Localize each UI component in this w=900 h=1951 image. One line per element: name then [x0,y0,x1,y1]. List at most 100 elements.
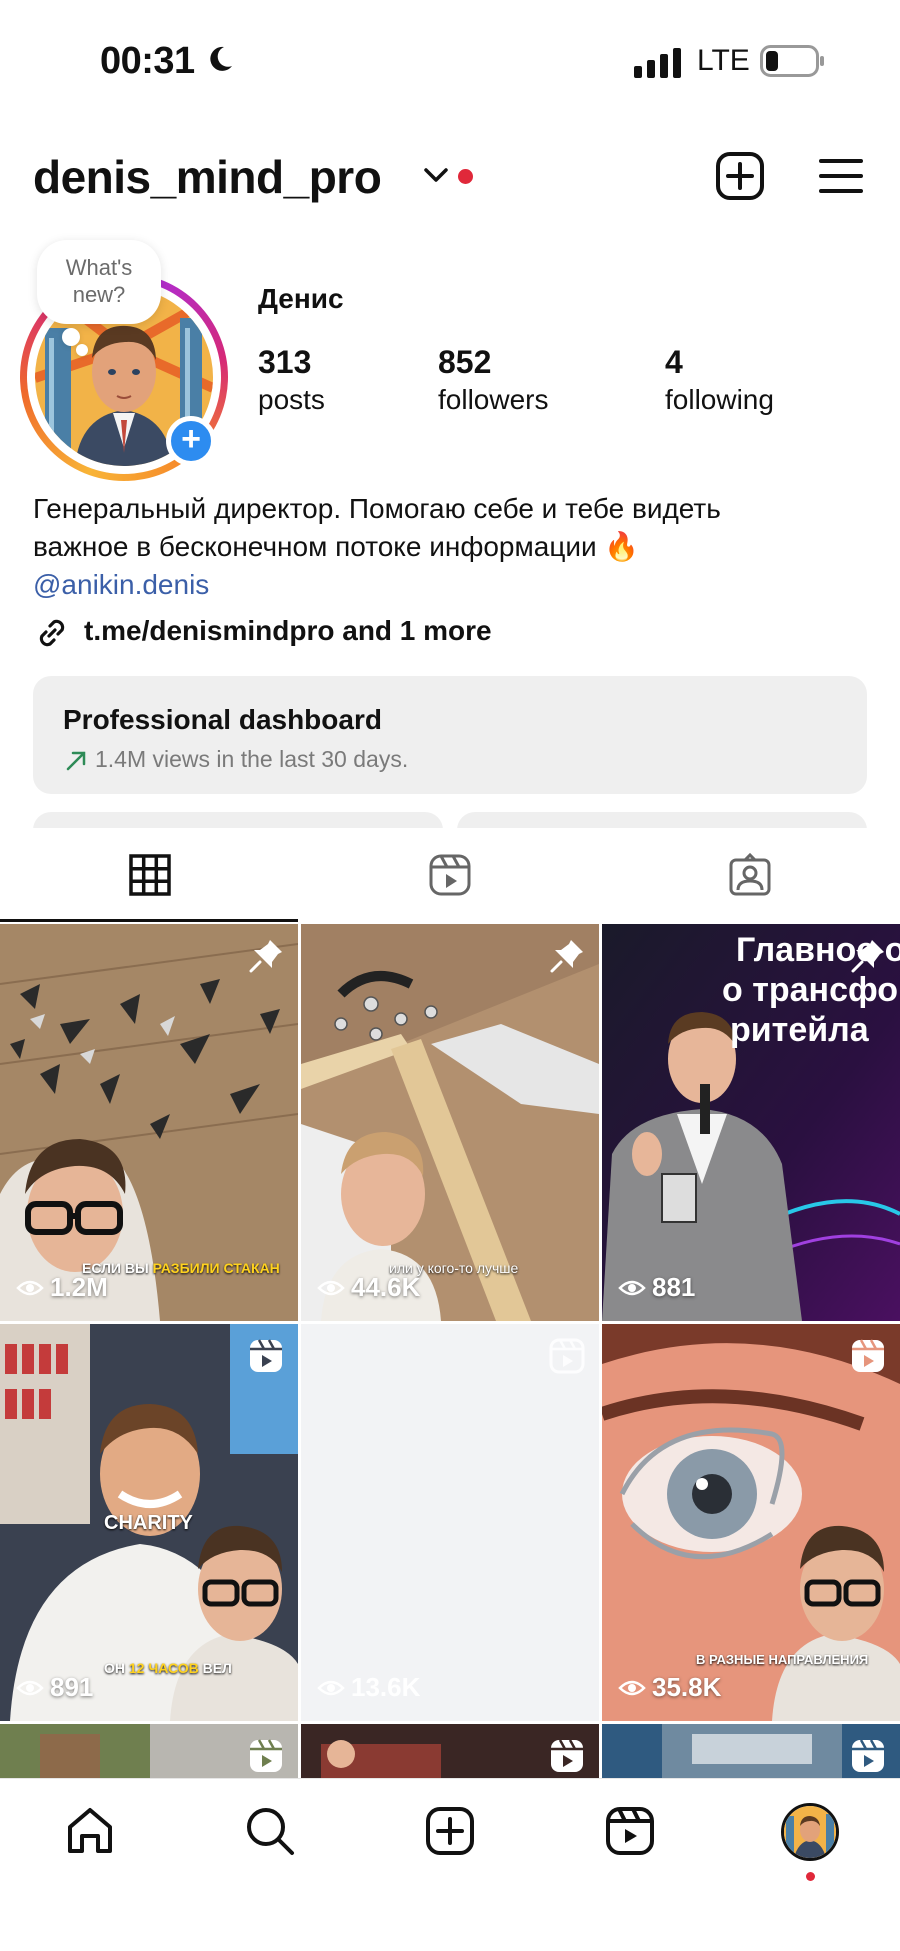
view-count: 13.6K [317,1672,420,1703]
search-icon [247,1808,294,1855]
dashboard-subtitle: 1.4M views in the last 30 days. [95,746,409,772]
status-bar: 00:31 LTE [0,0,900,120]
create-post-icon [426,1807,474,1855]
eye-icon [16,1280,44,1295]
stat-followers[interactable]: 852 followers [438,342,548,418]
chevron-down-icon[interactable] [423,165,449,185]
stat-label: following [665,384,774,415]
status-time: 00:31 [100,40,195,82]
professional-dashboard-card[interactable]: Professional dashboard 1.4M views in the… [33,676,867,794]
bio-line: Генеральный директор. Помогаю себе и теб… [33,493,721,524]
eye-icon [317,1680,345,1695]
grid-post[interactable] [301,1724,599,1778]
profile-bio: Генеральный директор. Помогаю себе и теб… [33,490,853,604]
caption-highlight: 12 ЧАСОВ [128,1660,199,1676]
view-count-value: 13.6K [351,1672,421,1702]
post-caption-overlay: ОН 12 ЧАСОВ ВЕЛ [104,1660,232,1676]
grid-post[interactable] [0,1724,298,1778]
do-not-disturb-moon-icon [210,46,232,71]
grid-post[interactable]: или у кого-то лучше 44.6K [301,924,599,1321]
hamburger-menu-icon[interactable] [818,156,864,196]
battery-icon [760,45,824,77]
view-count: 35.8K [618,1672,721,1703]
tab-reels[interactable] [300,828,600,924]
active-tab-indicator [0,919,298,922]
bottom-navigation [0,1778,900,1951]
grid-post[interactable] [602,1724,900,1778]
view-count-value: 1.2M [50,1272,108,1302]
post-caption-overlay: ЕСЛИ ВЫ РАЗБИЛИ СТАКАН [82,1260,280,1276]
slide-text-line: ритейла [730,1011,869,1049]
cellular-signal-icon [634,48,681,78]
stat-value: 4 [665,344,683,380]
tagged-person-icon [729,852,771,896]
create-new-icon[interactable] [715,151,765,201]
view-count: 44.6K [317,1272,420,1303]
add-story-button[interactable]: + [166,416,216,466]
reel-icon [549,1338,585,1374]
stat-label: posts [258,384,325,415]
reel-icon [551,1739,583,1772]
view-count-value: 35.8K [652,1672,722,1702]
profile-username[interactable]: denis_mind_pro [33,150,382,204]
notification-dot [458,169,473,184]
profile-display-name: Денис [258,283,344,314]
view-count-value: 891 [50,1672,94,1702]
nav-home[interactable] [62,1803,122,1863]
note-bubble[interactable]: What's new? [37,240,161,324]
stat-label: followers [438,384,549,415]
grid-post[interactable]: CHARITY ОН 12 ЧАСОВ ВЕЛ 891 [0,1324,298,1721]
bio-mention-link[interactable]: @anikin.denis [33,566,853,604]
note-tail [62,328,80,346]
stat-value: 313 [258,344,312,380]
profile-tabs [0,828,900,924]
grid-icon [129,854,171,896]
stat-following[interactable]: 4 following [665,342,774,418]
reels-icon [429,854,471,896]
stat-posts[interactable]: 313 posts [258,342,325,418]
nav-profile-avatar[interactable] [781,1803,839,1861]
dashboard-title: Professional dashboard [63,704,382,735]
post-caption-overlay: В РАЗНЫЕ НАПРАВЛЕНИЯ [696,1652,869,1667]
notification-dot [806,1872,815,1881]
link-icon [39,619,65,647]
note-text-line2: new? [72,282,126,307]
view-count-value: 881 [652,1272,696,1302]
nav-create[interactable] [422,1803,482,1863]
caption-text: ОН [104,1660,129,1676]
nav-reels[interactable] [602,1803,662,1863]
network-type: LTE [697,44,750,77]
note-tail [76,344,88,356]
view-count: 881 [618,1272,695,1303]
stat-value: 852 [438,344,492,380]
pin-icon [550,940,583,973]
pin-icon [851,940,884,973]
grid-post[interactable]: В РАЗНЫЕ НАПРАВЛЕНИЯ 35.8K [602,1324,900,1721]
post-caption-overlay: CHARITY [104,1512,193,1534]
bio-line: важное в бесконечном потоке информации 🔥 [33,531,640,562]
view-count: 1.2M [16,1272,108,1303]
note-text-line1: What's [65,255,133,280]
caption-text: ВЕЛ [198,1660,232,1676]
eye-icon [16,1680,44,1695]
grid-post[interactable]: Главное о о трансфо ритейла 881 [602,924,900,1321]
reels-icon [606,1807,654,1855]
view-count: 891 [16,1672,93,1703]
reel-icon [250,1339,282,1372]
eye-icon [618,1280,646,1295]
slide-text-line: о трансфо [722,971,899,1009]
tab-posts-grid[interactable] [0,828,300,924]
eye-icon [317,1280,345,1295]
caption-highlight: РАЗБИЛИ СТАКАН [152,1260,280,1276]
nav-search[interactable] [242,1803,302,1863]
trend-up-arrow-icon [66,751,86,771]
tab-tagged[interactable] [600,828,900,924]
grid-post-loading[interactable]: 13.6K [301,1324,599,1721]
reel-icon [852,1339,884,1372]
home-icon [68,1808,112,1853]
posts-grid: ЕСЛИ ВЫ РАЗБИЛИ СТАКАН 1.2M или у кого-т… [0,924,900,1778]
reel-icon [852,1739,884,1772]
profile-link-text: t.me/denismindpro and 1 more [84,615,492,646]
reel-icon [250,1739,282,1772]
grid-post[interactable]: ЕСЛИ ВЫ РАЗБИЛИ СТАКАН 1.2M [0,924,298,1321]
